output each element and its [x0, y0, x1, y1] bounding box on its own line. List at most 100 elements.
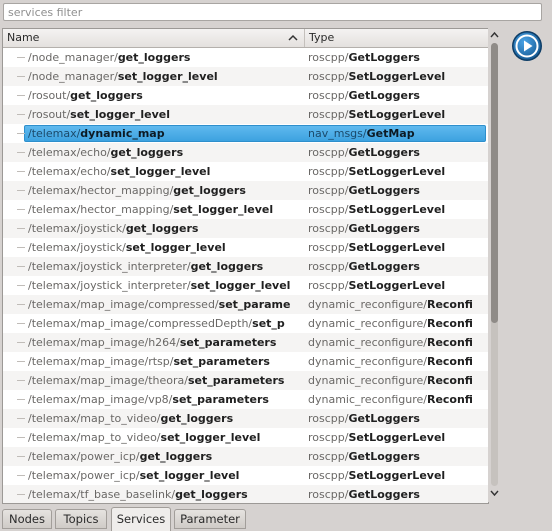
scrollbar-thumb[interactable]: [491, 43, 498, 323]
table-row[interactable]: /node_manager/get_loggers roscpp/GetLogge…: [3, 48, 488, 67]
service-type-cell[interactable]: roscpp/GetLoggers: [308, 447, 478, 466]
services-filter-input[interactable]: [3, 3, 542, 21]
service-type-cell[interactable]: roscpp/GetLoggers: [308, 86, 478, 105]
service-name-cell[interactable]: /telemax/hector_mapping/get_loggers: [28, 181, 299, 200]
service-name-cell[interactable]: /telemax/map_image/rtsp/set_parameters: [28, 352, 299, 371]
service-name-cell[interactable]: /telemax/echo/get_loggers: [28, 143, 299, 162]
scrollbar-track[interactable]: [491, 43, 498, 486]
service-name-cell[interactable]: /telemax/echo/set_logger_level: [28, 162, 299, 181]
service-type-cell[interactable]: dynamic_reconfigure/Reconfi: [308, 295, 478, 314]
scroll-up-arrow-icon[interactable]: [488, 29, 501, 41]
service-type-cell[interactable]: roscpp/GetLoggers: [308, 485, 478, 503]
table-row[interactable]: /telemax/joystick/set_logger_level roscpp…: [3, 238, 488, 257]
tab-bar: Nodes Topics Services Parameter: [0, 507, 552, 531]
service-name-cell[interactable]: /rosout/set_logger_level: [28, 105, 299, 124]
service-type-package: roscpp/: [308, 51, 349, 64]
service-name-cell[interactable]: /telemax/map_image/compressedDepth/set_p: [28, 314, 299, 333]
service-type-cell[interactable]: roscpp/GetLoggers: [308, 409, 478, 428]
play-icon: [512, 31, 542, 61]
table-row[interactable]: /telemax/hector_mapping/get_loggers roscp…: [3, 181, 488, 200]
service-type-cell[interactable]: dynamic_reconfigure/Reconfi: [308, 314, 478, 333]
service-type-cell[interactable]: roscpp/GetLoggers: [308, 143, 478, 162]
service-namespace: /telemax/joystick/: [28, 222, 126, 235]
table-row[interactable]: /telemax/map_to_video/get_loggers roscpp/…: [3, 409, 488, 428]
service-name: get_loggers: [139, 450, 213, 463]
service-type-cell[interactable]: roscpp/GetLoggers: [308, 257, 478, 276]
table-row[interactable]: /telemax/power_icp/get_loggers roscpp/Get…: [3, 447, 488, 466]
table-row[interactable]: /rosout/set_logger_level roscpp/SetLogger…: [3, 105, 488, 124]
service-type-cell[interactable]: roscpp/SetLoggerLevel: [308, 238, 478, 257]
table-row[interactable]: /telemax/map_image/h264/set_parameters dy…: [3, 333, 488, 352]
table-row[interactable]: /telemax/echo/get_loggers roscpp/GetLogge…: [3, 143, 488, 162]
service-name-cell[interactable]: /telemax/joystick/get_loggers: [28, 219, 299, 238]
service-type-cell[interactable]: roscpp/SetLoggerLevel: [308, 67, 478, 86]
tab-nodes[interactable]: Nodes: [2, 509, 52, 529]
service-type-cell[interactable]: dynamic_reconfigure/Reconfi: [308, 352, 478, 371]
tree-branch-line: [17, 494, 25, 495]
table-row[interactable]: /telemax/map_image/rtsp/set_parameters dy…: [3, 352, 488, 371]
column-header-name[interactable]: Name: [3, 29, 305, 47]
table-row[interactable]: /telemax/power_icp/set_logger_level roscp…: [3, 466, 488, 485]
service-name-cell[interactable]: /telemax/map_to_video/get_loggers: [28, 409, 299, 428]
table-row[interactable]: /telemax/tf_base_baselink/get_loggers ros…: [3, 485, 488, 503]
service-type-cell[interactable]: roscpp/GetLoggers: [308, 48, 478, 67]
service-name-cell[interactable]: /node_manager/get_loggers: [28, 48, 299, 67]
service-name-cell[interactable]: /telemax/joystick_interpreter/set_logger…: [28, 276, 299, 295]
service-type-cell[interactable]: roscpp/SetLoggerLevel: [308, 466, 478, 485]
service-name-cell[interactable]: /telemax/map_to_video/set_logger_level: [28, 428, 299, 447]
service-name-cell[interactable]: /telemax/hector_mapping/set_logger_level: [28, 200, 299, 219]
service-type-name: Reconfi: [426, 355, 473, 368]
service-name-cell[interactable]: /telemax/dynamic_map: [28, 124, 299, 143]
table-row[interactable]: /rosout/get_loggers roscpp/GetLoggers: [3, 86, 488, 105]
tab-services-label: Services: [116, 512, 166, 526]
service-type-cell[interactable]: roscpp/GetLoggers: [308, 181, 478, 200]
service-type-cell[interactable]: nav_msgs/GetMap: [308, 124, 478, 143]
table-row[interactable]: /telemax/map_image/theora/set_parameters…: [3, 371, 488, 390]
service-type-cell[interactable]: roscpp/SetLoggerLevel: [308, 428, 478, 447]
tab-parameter[interactable]: Parameter: [174, 509, 246, 529]
service-name-cell[interactable]: /telemax/joystick/set_logger_level: [28, 238, 299, 257]
service-name-cell[interactable]: /node_manager/set_logger_level: [28, 67, 299, 86]
service-name-cell[interactable]: /telemax/joystick_interpreter/get_logger…: [28, 257, 299, 276]
table-row[interactable]: /telemax/dynamic_map nav_msgs/GetMap: [3, 124, 488, 143]
tab-topics[interactable]: Topics: [55, 509, 107, 529]
table-row[interactable]: /telemax/joystick/get_loggers roscpp/GetL…: [3, 219, 488, 238]
vertical-scrollbar[interactable]: [488, 28, 501, 502]
service-name-cell[interactable]: /telemax/map_image/vp8/set_parameters: [28, 390, 299, 409]
table-row[interactable]: /telemax/map_image/compressed/set_parame…: [3, 295, 488, 314]
service-type-cell[interactable]: roscpp/SetLoggerLevel: [308, 105, 478, 124]
service-namespace: /telemax/joystick_interpreter/: [28, 279, 191, 292]
service-name-cell[interactable]: /telemax/map_image/h264/set_parameters: [28, 333, 299, 352]
service-name: get_loggers: [70, 89, 143, 102]
service-type-cell[interactable]: roscpp/SetLoggerLevel: [308, 200, 478, 219]
service-type-name: Reconfi: [426, 336, 473, 349]
service-name-cell[interactable]: /telemax/power_icp/set_logger_level: [28, 466, 299, 485]
column-header-type[interactable]: Type: [305, 29, 488, 47]
table-row[interactable]: /telemax/joystick_interpreter/get_logger…: [3, 257, 488, 276]
table-row[interactable]: /telemax/hector_mapping/set_logger_level…: [3, 200, 488, 219]
table-row[interactable]: /telemax/map_image/compressedDepth/set_p…: [3, 314, 488, 333]
call-service-button[interactable]: [509, 28, 545, 64]
table-row[interactable]: /node_manager/set_logger_level roscpp/Set…: [3, 67, 488, 86]
table-row[interactable]: /telemax/joystick_interpreter/set_logger…: [3, 276, 488, 295]
service-name-cell[interactable]: /telemax/power_icp/get_loggers: [28, 447, 299, 466]
table-row[interactable]: /telemax/map_image/vp8/set_parameters dyn…: [3, 390, 488, 409]
service-type-cell[interactable]: roscpp/SetLoggerLevel: [308, 276, 478, 295]
service-type-cell[interactable]: roscpp/GetLoggers: [308, 219, 478, 238]
service-name-cell[interactable]: /telemax/map_image/theora/set_parameters: [28, 371, 299, 390]
service-name-cell[interactable]: /rosout/get_loggers: [28, 86, 299, 105]
service-namespace: /telemax/power_icp/: [28, 450, 140, 463]
table-row[interactable]: /telemax/map_to_video/set_logger_level ro…: [3, 428, 488, 447]
service-type-cell[interactable]: dynamic_reconfigure/Reconfi: [308, 371, 478, 390]
table-row[interactable]: /telemax/echo/set_logger_level roscpp/Set…: [3, 162, 488, 181]
service-type-name: GetLoggers: [348, 51, 420, 64]
service-type-cell[interactable]: dynamic_reconfigure/Reconfi: [308, 390, 478, 409]
service-name-cell[interactable]: /telemax/tf_base_baselink/get_loggers: [28, 485, 299, 503]
scroll-down-arrow-icon[interactable]: [488, 487, 501, 499]
service-namespace: /telemax/echo/: [28, 165, 111, 178]
tab-services[interactable]: Services: [111, 507, 171, 531]
service-name-cell[interactable]: /telemax/map_image/compressed/set_parame: [28, 295, 299, 314]
service-type-cell[interactable]: dynamic_reconfigure/Reconfi: [308, 333, 478, 352]
service-name: set_logger_level: [190, 279, 291, 292]
service-type-cell[interactable]: roscpp/SetLoggerLevel: [308, 162, 478, 181]
